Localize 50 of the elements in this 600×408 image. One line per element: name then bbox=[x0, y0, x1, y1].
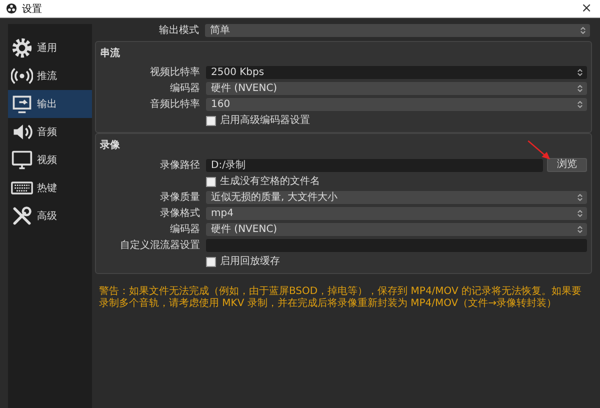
annotation-arrow bbox=[527, 140, 553, 162]
dropdown[interactable]: 近似无损的质量, 大文件大小 bbox=[206, 191, 587, 204]
dropdown[interactable]: 硬件 (NVENC) bbox=[206, 82, 587, 95]
checkbox-label: 启用高级编码器设置 bbox=[220, 114, 310, 127]
monitor-arrow-icon bbox=[11, 93, 33, 115]
sidebar-item[interactable]: 推流 bbox=[8, 62, 92, 90]
close-button[interactable]: × bbox=[579, 2, 594, 16]
checkbox[interactable] bbox=[206, 256, 216, 266]
window-title: 设置 bbox=[22, 2, 42, 16]
dropdown-arrows-icon bbox=[578, 25, 588, 36]
field-label: 音频比特率 bbox=[149, 98, 200, 111]
monitor-icon bbox=[11, 149, 33, 171]
dropdown[interactable]: mp4 bbox=[206, 207, 587, 220]
dropdown[interactable]: 160 bbox=[206, 98, 587, 111]
field-label: 编码器 bbox=[169, 82, 200, 95]
section-title: 录像 bbox=[100, 138, 120, 152]
dropdown-arrows-icon bbox=[575, 224, 585, 235]
app-logo-icon bbox=[6, 3, 17, 14]
sidebar-item[interactable]: 音频 bbox=[8, 118, 92, 146]
dropdown-arrows-icon bbox=[575, 208, 585, 219]
tools-icon bbox=[11, 205, 33, 227]
sidebar-item[interactable]: 通用 bbox=[8, 34, 92, 62]
sidebar-item[interactable]: 输出 bbox=[8, 90, 92, 118]
path-field[interactable]: D:/录制 bbox=[206, 158, 543, 172]
field-label: 视频比特率 bbox=[149, 66, 200, 79]
checkbox[interactable] bbox=[206, 176, 216, 186]
broadcast-icon bbox=[11, 65, 33, 87]
checkbox-label: 生成没有空格的文件名 bbox=[220, 175, 320, 188]
browse-button[interactable]: 浏览 bbox=[547, 158, 587, 172]
sidebar-item[interactable]: 热键 bbox=[8, 174, 92, 202]
dropdown-arrows-icon bbox=[575, 83, 585, 94]
number-field[interactable]: 2500 Kbps bbox=[206, 66, 587, 79]
checkbox-label: 启用回放缓存 bbox=[220, 255, 280, 268]
field-label: 自定义混流器设置 bbox=[119, 239, 200, 252]
warning-text: 警告：如果文件无法完成（例如，由于蓝屏BSOD，掉电等），保存到 MP4/MOV 的记录将无法恢复。如果要录制多个音轨，请考虑使用 MKV 录制，并在完成后将录像重新封装为 MP4/MOV（文件→录像转封装） bbox=[98, 284, 583, 310]
dropdown[interactable]: 简单 bbox=[205, 24, 590, 37]
dropdown-arrows-icon bbox=[575, 99, 585, 110]
sidebar-item[interactable]: 视频 bbox=[8, 146, 92, 174]
field-label: 录像路径 bbox=[159, 158, 200, 172]
field-label: 录像质量 bbox=[159, 191, 200, 204]
dropdown-arrows-icon bbox=[575, 192, 585, 203]
dropdown[interactable]: 硬件 (NVENC) bbox=[206, 223, 587, 236]
field-label: 录像格式 bbox=[159, 207, 200, 220]
checkbox[interactable] bbox=[206, 116, 216, 126]
section-title: 串流 bbox=[100, 46, 120, 60]
spin-arrows-icon bbox=[575, 67, 585, 78]
gear-icon bbox=[11, 37, 33, 59]
sidebar-item[interactable]: 高级 bbox=[8, 202, 92, 230]
field-label: 输出模式 bbox=[158, 24, 199, 37]
field-label: 编码器 bbox=[169, 223, 200, 236]
